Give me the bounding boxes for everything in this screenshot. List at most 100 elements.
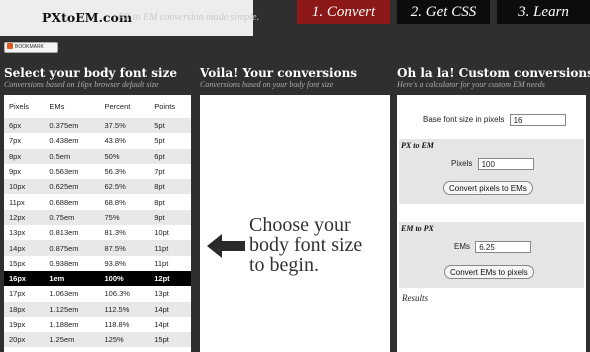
cell-percent: 75% <box>99 209 150 226</box>
prompt-line: body font size <box>249 234 363 256</box>
table-row[interactable]: 14px 0.875em 87.5% 11pt <box>4 240 191 256</box>
table-row[interactable]: 20px 1.25em 125% 15pt <box>4 332 191 348</box>
right-column-subtitle: Here's a calculator for your custom EM n… <box>397 80 545 89</box>
table-row[interactable]: 8px 0.5em 50% 6pt <box>4 148 191 164</box>
conversions-panel: Choose your body font size to begin. <box>200 95 390 352</box>
cell-ems: 0.813em <box>49 228 79 238</box>
font-size-table-panel: Pixels EMs Percent Points 6px 0.375em 37.5… <box>4 95 191 352</box>
middle-column-title: Voila! Your conversions <box>200 66 358 80</box>
column-header-ems: EMs <box>44 95 100 118</box>
cell-percent: 37.5% <box>99 118 150 134</box>
bookmark-label: BOOKMARK <box>15 44 44 50</box>
cell-pixels: 19px <box>9 320 26 329</box>
cell-percent: 43.8% <box>104 136 126 146</box>
table-row[interactable]: 18px 1.125em 112.5% 14pt <box>4 301 191 317</box>
cell-pixels: 16px <box>4 270 45 287</box>
table-row[interactable]: 9px 0.563em 56.3% 7pt <box>4 164 191 179</box>
ems-row: EMs 6.25 <box>454 241 532 253</box>
cell-ems: 1.25em <box>44 332 100 348</box>
left-arrow-icon <box>207 234 245 258</box>
ems-input[interactable]: 6.25 <box>475 241 532 253</box>
cell-ems: 0.375em <box>44 118 100 134</box>
base-font-size-label: Base font size in pixels <box>423 115 505 125</box>
cell-ems: 1.063em <box>49 289 79 299</box>
cell-ems: 0.75em <box>44 209 100 226</box>
table-header-row: Pixels EMs Percent Points <box>4 95 191 118</box>
left-column-title: Select your body font size <box>4 66 178 80</box>
cell-ems: 1em <box>44 270 100 287</box>
cell-pixels: 6px <box>4 118 45 134</box>
cell-points: 8pt <box>149 179 191 195</box>
font-size-table: Pixels EMs Percent Points 6px 0.375em 37.5… <box>4 95 191 352</box>
cell-percent: 87.5% <box>99 240 150 256</box>
bookmark-button[interactable]: BOOKMARK <box>4 42 58 53</box>
cell-ems: 0.938em <box>49 258 79 268</box>
cell-points: 11pt <box>154 258 169 268</box>
cell-pixels: 7px <box>9 136 22 146</box>
table-row[interactable]: 13px 0.813em 81.3% 10pt <box>4 225 191 240</box>
cell-pixels: 21px <box>4 347 44 352</box>
cell-points: 10pt <box>154 228 169 238</box>
cell-points: 8pt <box>154 197 165 207</box>
em-to-px-title: EM to PX <box>401 224 434 233</box>
cell-percent: 56.3% <box>104 167 126 177</box>
table-row[interactable]: 11px 0.688em 68.8% 8pt <box>4 194 191 209</box>
cell-points: 15pt <box>149 332 191 348</box>
cell-pixels: 15px <box>9 258 26 268</box>
table-row[interactable]: 19px 1.188em 118.8% 14pt <box>4 317 191 332</box>
px-to-em-box: PX to EM Pixels 100 Convert pixels to EM… <box>399 139 584 204</box>
table-row[interactable]: 10px 0.625em 62.5% 8pt <box>4 179 191 195</box>
column-header-points: Points <box>149 95 191 118</box>
cell-points: 12pt <box>149 270 191 287</box>
base-font-size-input[interactable]: 16 <box>509 114 566 126</box>
cell-points: 5pt <box>154 136 165 146</box>
table-row[interactable]: 12px 0.75em 75% 9pt <box>4 209 191 226</box>
cell-pixels: 18px <box>4 301 45 317</box>
cell-pixels: 17px <box>9 289 26 299</box>
cell-points: 7pt <box>154 167 165 177</box>
cell-percent: 62.5% <box>99 179 150 195</box>
table-row[interactable]: 21px1.313em131.3%16pt <box>4 347 191 352</box>
table-row[interactable]: 6px 0.375em 37.5% 5pt <box>4 118 191 134</box>
results-label: Results <box>402 293 428 303</box>
cell-percent: 106.3% <box>104 289 130 299</box>
pixels-input[interactable]: 100 <box>477 158 534 170</box>
cell-pixels: 12px <box>4 209 45 226</box>
cell-points: 16pt <box>149 347 191 352</box>
tab-learn[interactable]: 3. Learn <box>497 0 590 24</box>
cell-points: 14pt <box>149 301 191 317</box>
cell-ems: 0.688em <box>49 197 79 207</box>
cell-points: 11pt <box>149 240 191 256</box>
cell-ems: 1.188em <box>49 320 79 329</box>
px-to-em-title: PX to EM <box>401 141 434 150</box>
table-row[interactable]: 16px 1em 100% 12pt <box>4 270 191 287</box>
cell-ems: 0.625em <box>44 179 100 195</box>
cell-ems: 1.313em <box>44 347 99 352</box>
column-header-pixels: Pixels <box>4 95 45 118</box>
cell-percent: 112.5% <box>99 301 150 317</box>
cell-pixels: 9px <box>9 167 22 177</box>
cell-points: 13pt <box>154 289 169 299</box>
table-row[interactable]: 15px 0.938em 93.8% 11pt <box>4 256 191 271</box>
cell-percent: 118.8% <box>104 320 130 329</box>
pixels-label: Pixels <box>451 159 473 169</box>
cell-points: 14pt <box>154 320 169 329</box>
cell-ems: 0.875em <box>44 240 100 256</box>
cell-percent: 50% <box>99 148 150 164</box>
cell-percent: 100% <box>99 270 150 287</box>
cell-pixels: 20px <box>4 332 45 348</box>
cell-ems: 1.125em <box>44 301 100 317</box>
convert-ems-button[interactable]: Convert EMs to pixels <box>444 265 534 279</box>
cell-percent: 93.8% <box>104 258 126 268</box>
cell-pixels: 8px <box>4 148 45 164</box>
prompt-line: to begin. <box>249 254 319 276</box>
base-font-size-row: Base font size in pixels 16 <box>423 114 566 126</box>
tab-get-css[interactable]: 2. Get CSS <box>397 0 490 24</box>
left-column-subtitle: Conversions based on 16px browser defaul… <box>4 80 159 89</box>
tab-convert[interactable]: 1. Convert <box>297 0 390 24</box>
table-row[interactable]: 17px 1.063em 106.3% 13pt <box>4 286 191 301</box>
convert-pixels-button[interactable]: Convert pixels to EMs <box>443 181 533 195</box>
table-row[interactable]: 7px 0.438em 43.8% 5pt <box>4 133 191 148</box>
cell-percent: 125% <box>99 332 150 348</box>
cell-points: 9pt <box>149 209 191 226</box>
